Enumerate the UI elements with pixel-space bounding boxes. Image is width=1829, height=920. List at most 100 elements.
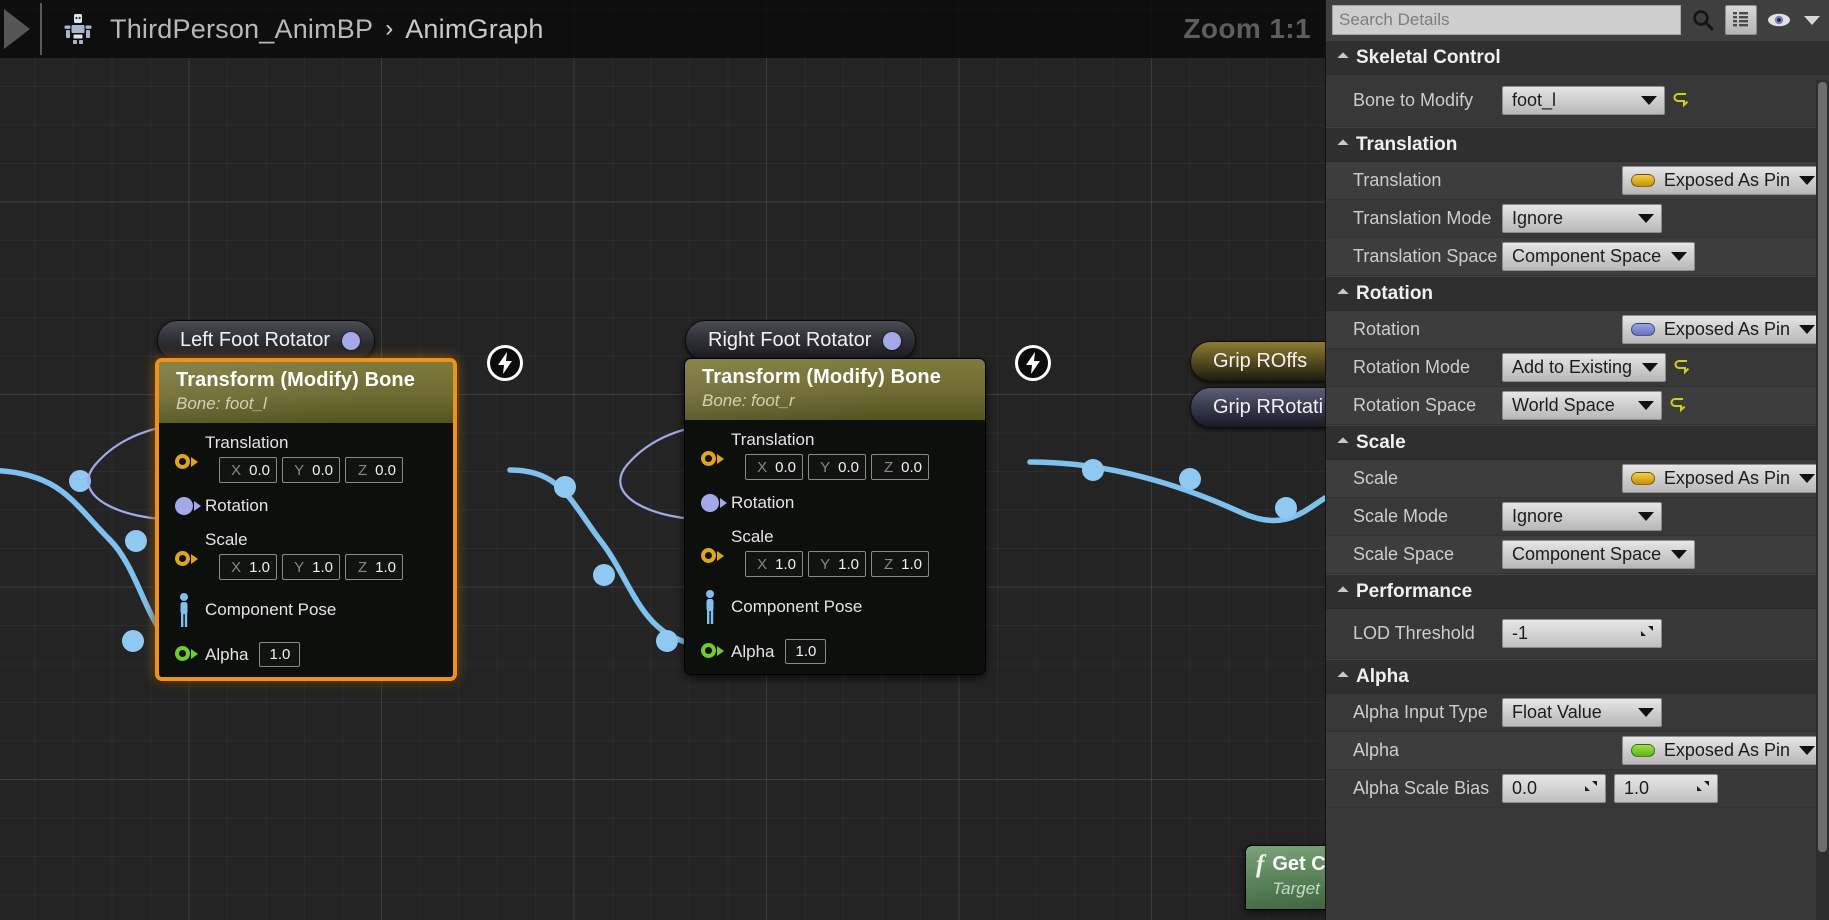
- section-header-translation[interactable]: Translation: [1326, 127, 1829, 162]
- variable-get-pill[interactable]: Grip ROffs: [1190, 341, 1325, 382]
- rotation-pin-icon[interactable]: [701, 494, 727, 512]
- node-transform-modify-bone-right[interactable]: Transform (Modify) Bone Bone: foot_r Tra…: [684, 358, 986, 675]
- details-content[interactable]: Skeletal Control Bone to Modify foot_l T…: [1326, 40, 1829, 920]
- grid-view-icon[interactable]: [1725, 5, 1757, 35]
- field-value: 0.0: [1512, 778, 1538, 798]
- component-pose-pin-icon[interactable]: [173, 592, 195, 627]
- search-details-box[interactable]: [1332, 5, 1681, 35]
- section-header-skeletal-control[interactable]: Skeletal Control: [1326, 40, 1829, 75]
- translation-x-field[interactable]: X 0.0: [219, 457, 277, 483]
- chevron-down-icon: [1638, 401, 1654, 410]
- section-header-alpha[interactable]: Alpha: [1326, 659, 1829, 694]
- node-left-foot-rotator[interactable]: Left Foot Rotator: [157, 320, 376, 361]
- scale-x-field[interactable]: X 1.0: [745, 551, 803, 577]
- alpha-pin-icon[interactable]: [175, 646, 198, 661]
- variable-get-pill[interactable]: Grip RRotati: [1190, 387, 1325, 428]
- chevron-down-icon: [1799, 325, 1815, 334]
- property-row-scale: Scale Exposed As Pin: [1326, 460, 1829, 498]
- alpha-pin-icon[interactable]: [701, 643, 724, 658]
- axis-label-x: X: [231, 461, 242, 479]
- translation-space-combo[interactable]: Component Space: [1502, 242, 1696, 271]
- fast-path-bolt-icon-left[interactable]: [487, 345, 523, 381]
- node-right-foot-rotator[interactable]: Right Foot Rotator: [685, 320, 917, 361]
- back-arrow-icon[interactable]: [0, 0, 34, 58]
- rotation-mode-combo[interactable]: Add to Existing: [1502, 353, 1667, 382]
- translation-mode-combo[interactable]: Ignore: [1502, 204, 1662, 233]
- property-row-alpha-input-type: Alpha Input Type Float Value: [1326, 694, 1829, 732]
- rotation-space-combo[interactable]: World Space: [1502, 391, 1662, 420]
- details-scrollbar[interactable]: [1816, 80, 1829, 920]
- scrollbar-thumb[interactable]: [1818, 82, 1827, 852]
- translation-z-field[interactable]: Z 0.0: [345, 457, 403, 483]
- alpha-row: Alpha 1.0: [685, 639, 985, 664]
- scale-pin-icon[interactable]: [701, 548, 724, 563]
- chevron-down-icon: [1642, 363, 1659, 372]
- translation-z-field[interactable]: Z 0.0: [871, 454, 929, 480]
- property-row-rotation-mode: Rotation Mode Add to Existing: [1326, 349, 1829, 387]
- scale-x-field[interactable]: X 1.0: [219, 554, 277, 580]
- scale-exposed-as-pin-combo[interactable]: Exposed As Pin: [1621, 464, 1821, 493]
- node-transform-modify-bone-left[interactable]: Transform (Modify) Bone Bone: foot_l Tra…: [155, 358, 457, 681]
- animgraph-canvas[interactable]: Left Foot Rotator Transform (Modify) Bon…: [0, 0, 1325, 920]
- scale-pin-icon[interactable]: [175, 551, 198, 566]
- rotation-pin-icon[interactable]: [883, 331, 902, 350]
- search-input[interactable]: [1339, 10, 1674, 30]
- alpha-exposed-as-pin-combo[interactable]: Exposed As Pin: [1621, 736, 1821, 765]
- property-label: LOD Threshold: [1353, 623, 1475, 643]
- translation-exposed-as-pin-combo[interactable]: Exposed As Pin: [1621, 166, 1821, 195]
- bone-to-modify-combo[interactable]: foot_l: [1502, 86, 1665, 115]
- node-grip-roffset[interactable]: Grip ROffs: [1190, 341, 1325, 382]
- alpha-scale-bias-min-field[interactable]: 0.0: [1502, 774, 1606, 803]
- transform-modify-bone-node[interactable]: Transform (Modify) Bone Bone: foot_r Tra…: [684, 358, 986, 675]
- rotation-exposed-as-pin-combo[interactable]: Exposed As Pin: [1621, 315, 1821, 344]
- scale-space-combo[interactable]: Component Space: [1502, 540, 1696, 569]
- translation-y-field[interactable]: Y 0.0: [282, 457, 340, 483]
- chevron-down-icon[interactable]: [1801, 5, 1823, 35]
- translation-pin-icon[interactable]: [175, 454, 198, 469]
- zoom-level-label: Zoom 1:1: [1183, 13, 1311, 44]
- translation-pin-icon[interactable]: [701, 451, 724, 466]
- breadcrumb-item-blueprint[interactable]: ThirdPerson_AnimBP: [110, 14, 373, 45]
- lod-threshold-field[interactable]: -1: [1502, 619, 1662, 648]
- spinner-icon[interactable]: [1639, 623, 1655, 644]
- search-icon[interactable]: [1687, 5, 1719, 35]
- fast-path-bolt-icon-right[interactable]: [1015, 345, 1051, 381]
- alpha-scale-bias-max-field[interactable]: 1.0: [1614, 774, 1718, 803]
- scale-z-field[interactable]: Z 1.0: [871, 551, 929, 577]
- breadcrumb-item-animgraph[interactable]: AnimGraph: [405, 14, 543, 45]
- scale-y-field[interactable]: Y 1.0: [282, 554, 340, 580]
- alpha-input-type-combo[interactable]: Float Value: [1502, 698, 1662, 727]
- spinner-icon[interactable]: [1583, 778, 1599, 799]
- revert-icon[interactable]: [1673, 92, 1690, 109]
- revert-icon[interactable]: [1670, 397, 1687, 414]
- scale-z-field[interactable]: Z 1.0: [345, 554, 403, 580]
- variable-get-pill[interactable]: Right Foot Rotator: [685, 320, 917, 361]
- property-value: Ignore: [1502, 502, 1829, 531]
- alpha-label: Alpha: [731, 641, 775, 661]
- scale-mode-combo[interactable]: Ignore: [1502, 502, 1662, 531]
- variable-get-pill[interactable]: Left Foot Rotator: [157, 320, 376, 361]
- section-header-scale[interactable]: Scale: [1326, 425, 1829, 460]
- component-pose-pin-icon[interactable]: [699, 589, 721, 624]
- revert-icon[interactable]: [1674, 359, 1691, 376]
- transform-modify-bone-node[interactable]: Transform (Modify) Bone Bone: foot_l Tra…: [155, 358, 457, 681]
- spinner-icon[interactable]: [1695, 778, 1711, 799]
- property-label: Alpha: [1353, 740, 1400, 760]
- translation-x-field[interactable]: X 0.0: [745, 454, 803, 480]
- section-header-rotation[interactable]: Rotation: [1326, 276, 1829, 311]
- alpha-value-field[interactable]: 1.0: [785, 639, 827, 664]
- rotation-pin-icon[interactable]: [175, 497, 201, 515]
- function-call-node[interactable]: f Get Cu Target: [1245, 845, 1325, 910]
- property-row-lod-threshold: LOD Threshold -1: [1326, 609, 1829, 659]
- scale-y-field[interactable]: Y 1.0: [808, 551, 866, 577]
- section-header-performance[interactable]: Performance: [1326, 574, 1829, 609]
- rotation-pin-icon[interactable]: [342, 331, 361, 350]
- alpha-value-field[interactable]: 1.0: [259, 642, 301, 667]
- node-grip-rrotation[interactable]: Grip RRotati: [1190, 387, 1325, 428]
- chevron-down-icon: [1337, 287, 1349, 300]
- translation-y-field[interactable]: Y 0.0: [808, 454, 866, 480]
- node-get-current[interactable]: f Get Cu Target: [1245, 845, 1325, 910]
- eye-icon[interactable]: [1763, 5, 1795, 35]
- axis-label-y: Y: [294, 558, 305, 576]
- translation-x-value: 0.0: [249, 461, 270, 479]
